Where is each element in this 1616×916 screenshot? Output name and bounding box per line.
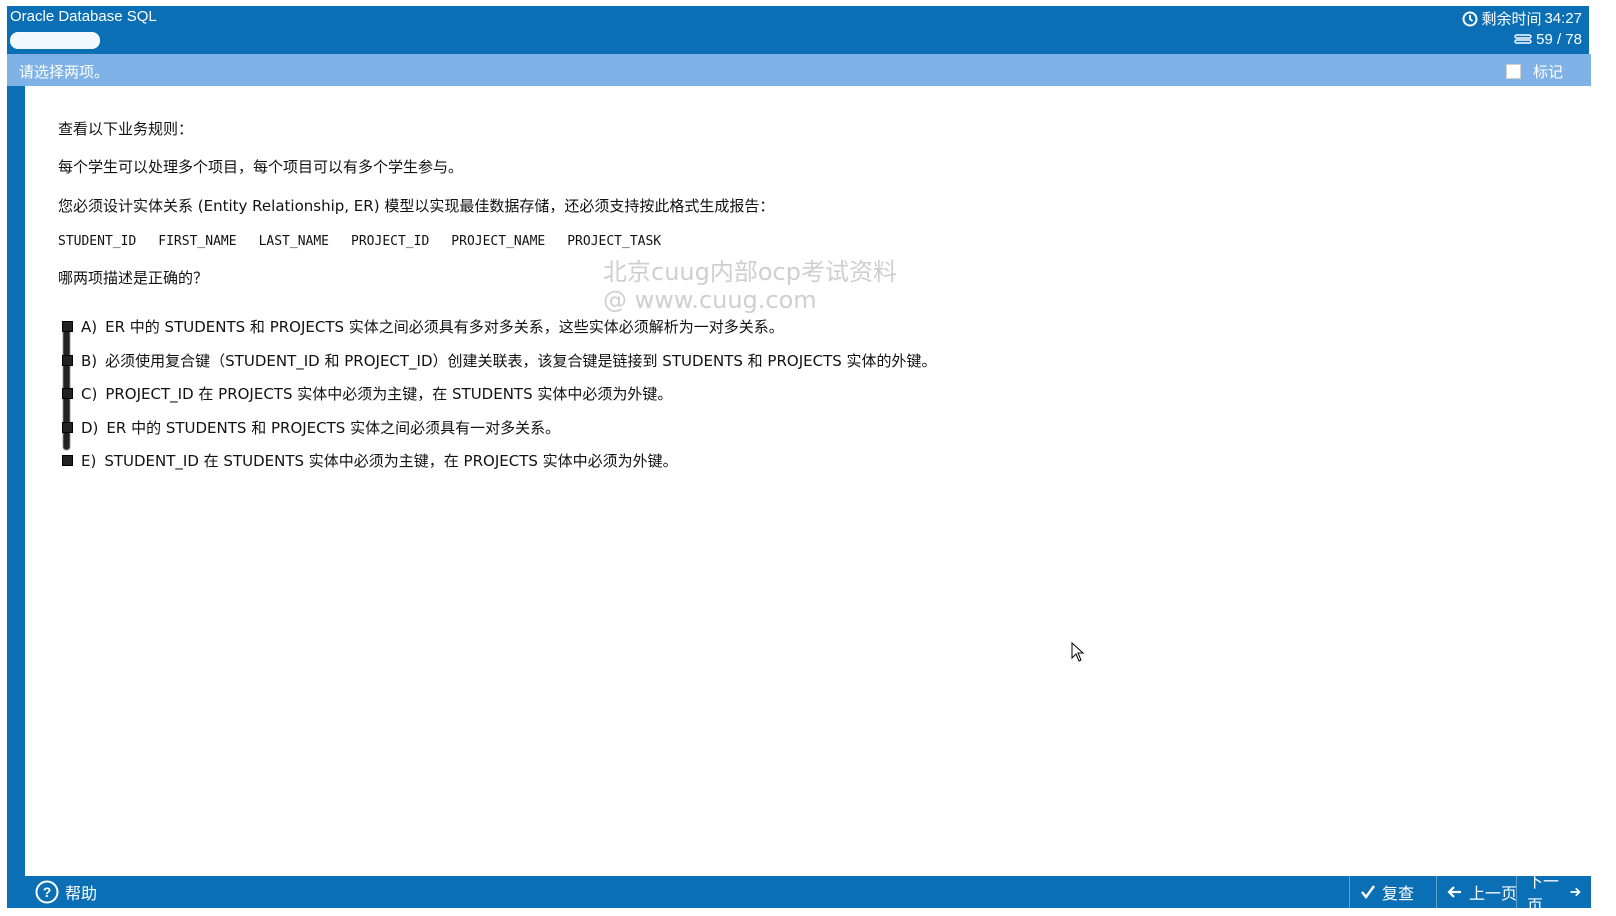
question-line-2: 每个学生可以处理多个项目，每个项目可以有多个学生参与。 xyxy=(58,158,464,176)
question-line-1: 查看以下业务规则： xyxy=(58,120,194,138)
review-button[interactable]: 复查 xyxy=(1349,876,1424,908)
help-label: 帮助 xyxy=(65,884,98,903)
review-label: 复查 xyxy=(1382,884,1415,903)
watermark-line-2: @ www.cuug.com xyxy=(603,286,817,314)
option-e[interactable]: E) STUDENT_ID 在 STUDENTS 实体中必须为主键，在 PROJ… xyxy=(62,450,678,471)
field-project-id: PROJECT_ID xyxy=(351,234,430,249)
option-d-letter: D) xyxy=(81,418,99,437)
option-b-checkbox[interactable] xyxy=(62,355,73,366)
option-b-text: 必须使用复合键（STUDENT_ID 和 PROJECT_ID）创建关联表，该复… xyxy=(105,352,937,370)
previous-label: 上一页 xyxy=(1469,884,1518,903)
option-c-text: PROJECT_ID 在 PROJECTS 实体中必须为主键，在 STUDENT… xyxy=(105,385,673,403)
option-d-checkbox[interactable] xyxy=(62,422,73,433)
app-title: Oracle Database SQL xyxy=(10,8,157,25)
question-panel: 查看以下业务规则： 每个学生可以处理多个项目，每个项目可以有多个学生参与。 您必… xyxy=(25,86,1591,876)
report-format: STUDENT_ID FIRST_NAME LAST_NAME PROJECT_… xyxy=(58,234,661,249)
question-count-icon xyxy=(1514,33,1532,44)
checkmark-icon xyxy=(1361,885,1375,899)
footer-toolbar: ? 帮助 复查 上一页 下一页 xyxy=(7,872,1591,915)
option-b[interactable]: B) 必须使用复合键（STUDENT_ID 和 PROJECT_ID）创建关联表… xyxy=(62,350,937,371)
instruction-text: 请选择两项。 xyxy=(19,63,110,81)
field-project-name: PROJECT_NAME xyxy=(451,234,546,249)
option-e-letter: E) xyxy=(81,451,97,470)
arrow-left-icon xyxy=(1447,886,1461,898)
timer-label: 剩余时间 xyxy=(1481,11,1542,28)
field-first-name: FIRST_NAME xyxy=(158,234,237,249)
time-remaining: 剩余时间 34:27 xyxy=(1462,8,1582,29)
mouse-cursor-icon xyxy=(1071,642,1085,662)
previous-button[interactable]: 上一页 xyxy=(1436,876,1527,908)
field-last-name: LAST_NAME xyxy=(258,234,330,249)
option-c-letter: C) xyxy=(81,384,98,403)
question-line-3: 您必须设计实体关系 (Entity Relationship, ER) 模型以实… xyxy=(58,197,775,215)
option-e-text: STUDENT_ID 在 STUDENTS 实体中必须为主键，在 PROJECT… xyxy=(104,452,678,470)
next-label: 下一页 xyxy=(1527,872,1560,915)
watermark: 北京cuug内部ocp考试资料 @ www.cuug.com xyxy=(603,258,897,314)
option-e-checkbox[interactable] xyxy=(62,455,73,466)
progress-value: 59 / 78 xyxy=(1536,31,1582,48)
instruction-bar: 请选择两项。 标记 xyxy=(7,54,1591,86)
question-prompt: 哪两项描述是正确的？ xyxy=(58,269,209,287)
next-button[interactable]: 下一页 xyxy=(1516,872,1591,915)
option-d[interactable]: D) ER 中的 STUDENTS 和 PROJECTS 实体之间必须具有一对多… xyxy=(62,417,560,438)
option-a-checkbox[interactable] xyxy=(62,321,73,332)
svg-text:?: ? xyxy=(43,884,52,900)
watermark-line-1: 北京cuug内部ocp考试资料 xyxy=(603,258,897,286)
clock-icon xyxy=(1462,11,1478,26)
question-progress: 59 / 78 xyxy=(1513,31,1582,48)
flag-checkbox[interactable] xyxy=(1505,64,1521,79)
option-a-text: ER 中的 STUDENTS 和 PROJECTS 实体之间必须具有多对多关系，… xyxy=(105,318,784,336)
timer-value: 34:27 xyxy=(1544,10,1582,27)
option-a[interactable]: A) ER 中的 STUDENTS 和 PROJECTS 实体之间必须具有多对多… xyxy=(62,316,784,337)
field-project-task: PROJECT_TASK xyxy=(567,234,662,249)
field-student-id: STUDENT_ID xyxy=(58,234,137,249)
option-b-letter: B) xyxy=(81,351,98,370)
flag-toggle[interactable]: 标记 xyxy=(1505,61,1563,82)
arrow-right-icon xyxy=(1570,887,1581,897)
help-button[interactable]: ? 帮助 xyxy=(25,876,107,908)
option-d-text: ER 中的 STUDENTS 和 PROJECTS 实体之间必须具有一对多关系。 xyxy=(106,419,561,437)
flag-label: 标记 xyxy=(1532,63,1563,81)
option-c[interactable]: C) PROJECT_ID 在 PROJECTS 实体中必须为主键，在 STUD… xyxy=(62,383,672,404)
option-a-letter: A) xyxy=(81,317,98,336)
help-icon: ? xyxy=(35,880,59,904)
option-c-checkbox[interactable] xyxy=(62,388,73,399)
redacted-candidate-name xyxy=(10,32,100,49)
